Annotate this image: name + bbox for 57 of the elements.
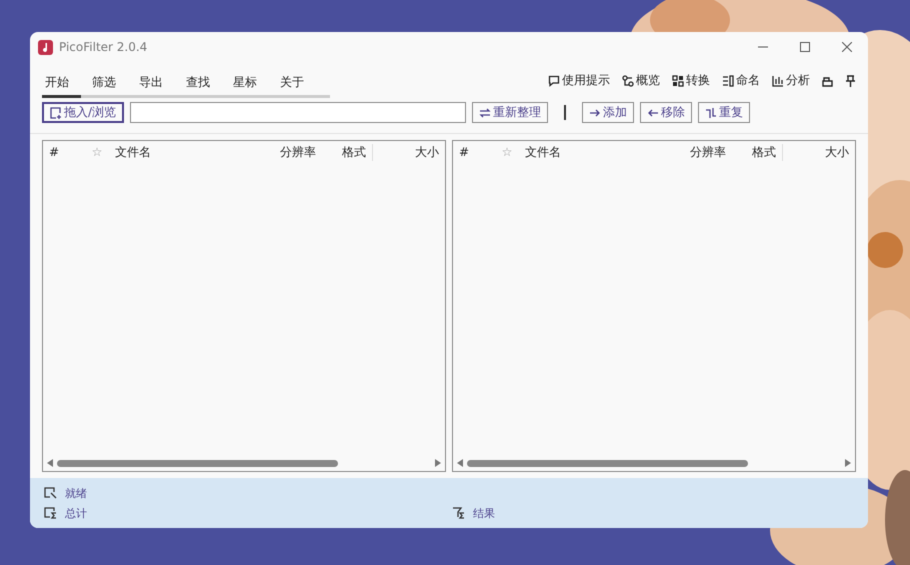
file-list[interactable]: # ☆ 文件名 分辨率 格式 大小 [452, 140, 856, 472]
scrollbar-thumb[interactable] [467, 460, 748, 466]
cursor-icon [44, 487, 57, 499]
duplicate-button[interactable]: 重复 [698, 102, 750, 123]
close-icon[interactable] [842, 42, 852, 52]
status-text: 就绪 [65, 486, 87, 500]
grid-icon [672, 74, 684, 86]
window-title: PicoFilter 2.0.4 [59, 40, 148, 54]
split-lines-icon [705, 106, 718, 118]
column-header[interactable]: 大小 [783, 144, 855, 160]
toolbar-button[interactable]: 概览 [622, 72, 660, 89]
result-label: 结果 [473, 506, 495, 520]
add-button[interactable]: 添加 [582, 102, 634, 123]
scroll-right-icon[interactable] [435, 459, 441, 467]
scroll-right-icon[interactable] [845, 459, 851, 467]
sum-icon [44, 507, 57, 519]
column-header[interactable]: 分辨率 [670, 144, 732, 160]
nodes-icon [622, 74, 634, 86]
list-icon [722, 74, 734, 86]
remove-button[interactable]: 移除 [640, 102, 692, 123]
browse-button[interactable]: 拖入/浏览 [42, 102, 124, 123]
scrollbar-thumb[interactable] [57, 460, 338, 466]
tab[interactable]: 开始 [42, 72, 81, 98]
filter-sum-icon [452, 507, 465, 519]
path-field[interactable] [130, 102, 466, 123]
maximize-icon[interactable] [800, 42, 810, 52]
toolbar-button[interactable]: 命名 [722, 72, 760, 89]
swap-arrows-icon [479, 106, 492, 118]
bar-chart-icon [772, 74, 784, 86]
tab[interactable]: 导出 [136, 72, 175, 98]
scroll-left-icon[interactable] [457, 459, 463, 467]
chat-bubble-icon [548, 74, 560, 86]
lock-icon[interactable] [822, 74, 833, 86]
total-label: 总计 [65, 506, 87, 520]
tab[interactable]: 星标 [230, 72, 269, 98]
tab[interactable]: 关于 [277, 72, 316, 98]
folder-add-icon [50, 106, 62, 118]
refresh-button[interactable]: 重新整理 [472, 102, 548, 123]
toolbar-button[interactable]: 转换 [672, 72, 710, 89]
column-header[interactable]: 大小 [373, 144, 445, 160]
column-header[interactable]: 文件名 [109, 144, 260, 160]
scroll-left-icon[interactable] [47, 459, 53, 467]
column-header[interactable]: # [43, 145, 85, 159]
tab[interactable]: 筛选 [89, 72, 128, 98]
toolbar-button[interactable]: 分析 [772, 72, 810, 89]
column-header[interactable]: 分辨率 [260, 144, 322, 160]
left-arrow-icon [647, 106, 660, 118]
column-header[interactable]: 文件名 [519, 144, 670, 160]
tab[interactable]: 查找 [183, 72, 222, 98]
toolbar-button[interactable]: 使用提示 [548, 72, 610, 89]
right-arrow-icon [589, 106, 602, 118]
column-header[interactable]: 格式 [732, 144, 783, 160]
column-header[interactable]: 格式 [322, 144, 373, 160]
column-header[interactable]: # [453, 145, 495, 159]
app-logo-icon [38, 40, 53, 54]
pin-icon[interactable] [845, 74, 856, 86]
file-list[interactable]: # ☆ 文件名 分辨率 格式 大小 [42, 140, 446, 472]
